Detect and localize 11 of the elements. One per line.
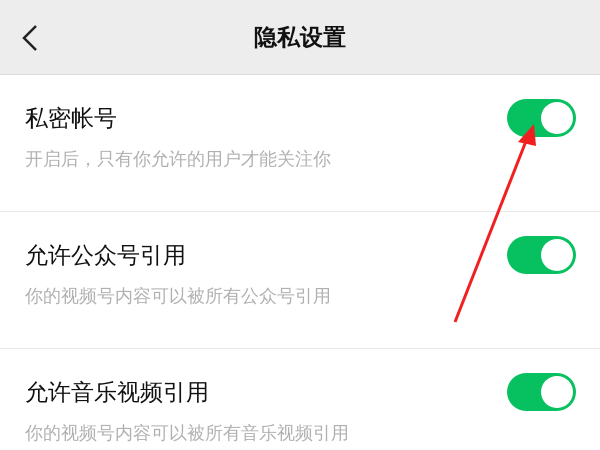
setting-description: 你的视频号内容可以被所有公众号引用 <box>25 285 331 308</box>
setting-title: 允许公众号引用 <box>25 242 186 270</box>
setting-title: 私密帐号 <box>25 104 117 134</box>
setting-title: 允许音乐视频引用 <box>25 378 209 408</box>
toggle-switch[interactable] <box>507 99 576 137</box>
setting-description: 开启后，只有你允许的用户才能关注你 <box>25 148 331 171</box>
back-icon[interactable] <box>20 24 40 52</box>
page-title: 隐私设置 <box>254 24 346 52</box>
setting-description: 你的视频号内容可以被所有音乐视频引用 <box>25 422 349 445</box>
toggle-switch[interactable] <box>507 236 576 274</box>
toggle-switch[interactable] <box>507 373 576 411</box>
